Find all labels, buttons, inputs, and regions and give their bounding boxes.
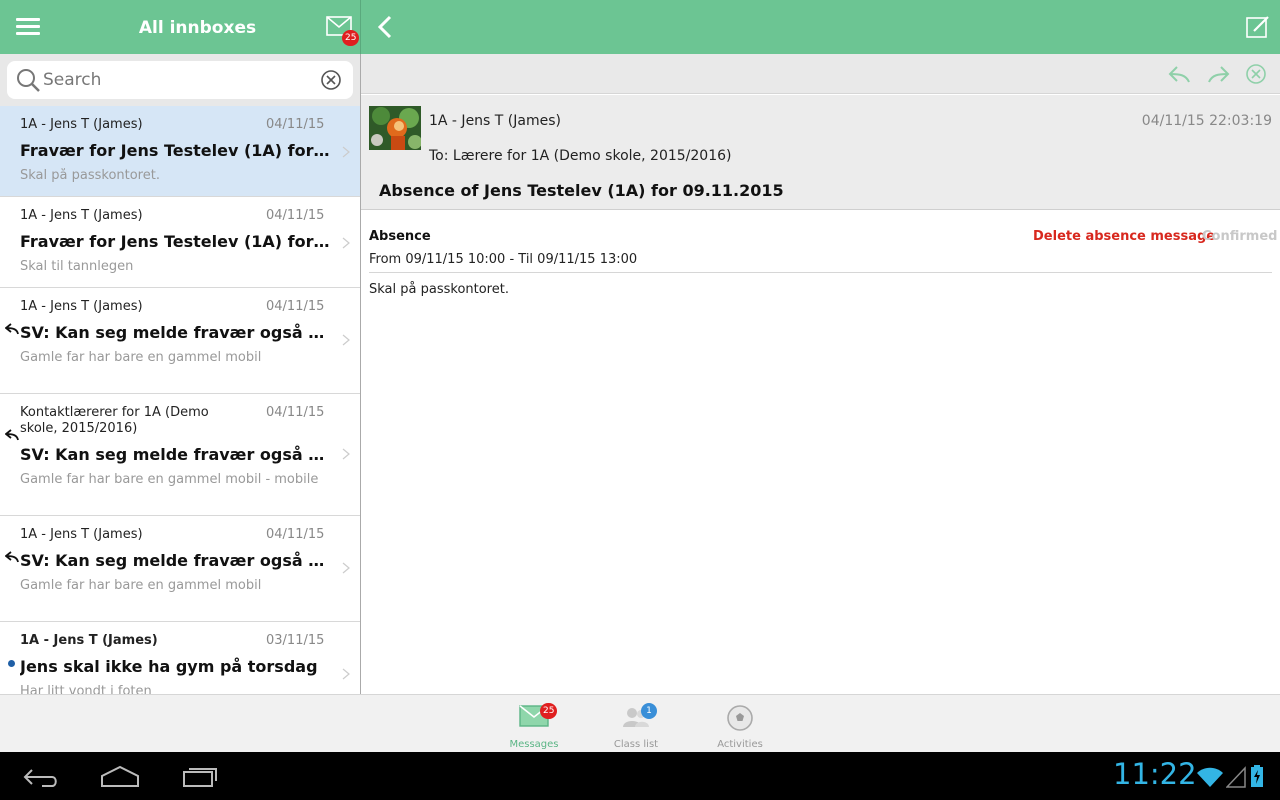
item-preview: Skal til tannlegen bbox=[20, 259, 134, 274]
item-subject: SV: Kan seg melde fravær også via SMS bbox=[20, 445, 330, 464]
item-subject: Jens skal ikke ha gym på torsdag bbox=[20, 657, 318, 676]
back-icon[interactable] bbox=[375, 14, 397, 40]
item-date: 04/11/15 bbox=[266, 405, 325, 420]
message-sender: 1A - Jens T (James) bbox=[429, 113, 561, 129]
message-header: 1A - Jens T (James) 04/11/15 22:03:19 To… bbox=[361, 95, 1280, 210]
clear-search-icon[interactable] bbox=[320, 69, 342, 91]
reply-icon[interactable] bbox=[1167, 63, 1191, 85]
system-nav-bar: 11:22 bbox=[0, 752, 1280, 800]
item-sender: 1A - Jens T (James) bbox=[20, 299, 143, 314]
search-input[interactable] bbox=[43, 66, 313, 94]
item-subject: SV: Kan seg melde fravær også via SMS bbox=[20, 323, 330, 342]
item-sender: 1A - Jens T (James) bbox=[20, 208, 143, 223]
item-date: 03/11/15 bbox=[266, 633, 325, 648]
item-preview: Gamle far har bare en gammel mobil - mob… bbox=[20, 472, 319, 487]
wifi-icon bbox=[1197, 767, 1223, 787]
list-item[interactable]: 1A - Jens T (James) 04/11/15 Fravær for … bbox=[0, 197, 360, 288]
item-date: 04/11/15 bbox=[266, 117, 325, 132]
item-preview: Gamle far har bare en gammel mobil bbox=[20, 350, 262, 365]
tab-label: Class list bbox=[613, 739, 659, 750]
item-date: 04/11/15 bbox=[266, 208, 325, 223]
close-icon[interactable] bbox=[1244, 63, 1268, 85]
back-nav-icon[interactable] bbox=[22, 764, 60, 790]
tab-label: Messages bbox=[509, 739, 559, 750]
bottom-tab-bar: 25 Messages 1 Class list Activities bbox=[0, 694, 1280, 752]
reply-icon bbox=[5, 323, 19, 335]
mail-icon[interactable]: 25 bbox=[326, 16, 360, 46]
list-item[interactable]: 1A - Jens T (James) 03/11/15 Jens skal i… bbox=[0, 622, 360, 694]
item-sender: 1A - Jens T (James) bbox=[20, 527, 143, 542]
chevron-right-icon bbox=[342, 562, 350, 574]
status-clock: 11:22 bbox=[1113, 757, 1197, 791]
tab-activities[interactable]: Activities bbox=[705, 695, 775, 753]
delete-absence-button[interactable]: Delete absence message bbox=[1033, 229, 1215, 244]
signal-icon bbox=[1226, 766, 1246, 788]
search-bar bbox=[0, 54, 360, 106]
item-preview: Gamle far har bare en gammel mobil bbox=[20, 578, 262, 593]
chevron-right-icon bbox=[342, 237, 350, 249]
chevron-right-icon bbox=[342, 146, 350, 158]
class-list-badge: 1 bbox=[641, 703, 657, 719]
list-item[interactable]: 1A - Jens T (James) 04/11/15 Fravær for … bbox=[0, 106, 360, 197]
list-item[interactable]: Kontaktlærerer for 1A (Demo skole, 2015/… bbox=[0, 394, 360, 516]
absence-range: From 09/11/15 10:00 - Til 09/11/15 13:00 bbox=[369, 252, 638, 267]
item-subject: SV: Kan seg melde fravær også via SMS bbox=[20, 551, 330, 570]
tab-messages[interactable]: 25 Messages bbox=[499, 695, 569, 753]
message-list: 1A - Jens T (James) 04/11/15 Fravær for … bbox=[0, 106, 360, 694]
tab-class-list[interactable]: 1 Class list bbox=[601, 695, 671, 753]
item-sender: 1A - Jens T (James) bbox=[20, 633, 158, 648]
confirmed-status: Confirmed bbox=[1202, 229, 1278, 244]
chevron-right-icon bbox=[342, 334, 350, 346]
item-sender: 1A - Jens T (James) bbox=[20, 117, 143, 132]
item-date: 04/11/15 bbox=[266, 527, 325, 542]
search-box bbox=[7, 61, 353, 99]
app: All innboxes 25 1A - Jens T (James) 0 bbox=[0, 0, 1280, 800]
recent-apps-icon[interactable] bbox=[182, 764, 220, 788]
message-recipients: To: Lærere for 1A (Demo skole, 2015/2016… bbox=[429, 148, 732, 164]
absence-label: Absence bbox=[369, 229, 431, 244]
message-text: Skal på passkontoret. bbox=[369, 282, 509, 297]
unread-dot bbox=[8, 660, 15, 667]
list-item[interactable]: 1A - Jens T (James) 04/11/15 SV: Kan seg… bbox=[0, 516, 360, 622]
item-subject: Fravær for Jens Testelev (1A) for 09.11.… bbox=[20, 141, 330, 160]
item-sender: Kontaktlærerer for 1A (Demo skole, 2015/… bbox=[20, 405, 209, 436]
message-subject: Absence of Jens Testelev (1A) for 09.11.… bbox=[379, 181, 784, 200]
messages-badge: 25 bbox=[540, 703, 558, 719]
message-action-bar bbox=[361, 54, 1280, 94]
right-toolbar bbox=[361, 0, 1280, 54]
message-datetime: 04/11/15 22:03:19 bbox=[1141, 113, 1272, 129]
left-toolbar: All innboxes 25 bbox=[0, 0, 360, 54]
tab-label: Activities bbox=[717, 739, 763, 750]
item-preview: Skal på passkontoret. bbox=[20, 168, 160, 183]
forward-icon[interactable] bbox=[1207, 63, 1231, 85]
soccer-ball-icon bbox=[727, 705, 753, 731]
home-nav-icon[interactable] bbox=[100, 764, 140, 788]
chevron-right-icon bbox=[342, 668, 350, 680]
body-divider bbox=[369, 272, 1272, 273]
search-icon bbox=[17, 69, 40, 92]
message-list-pane: 1A - Jens T (James) 04/11/15 Fravær for … bbox=[0, 54, 360, 694]
reply-icon bbox=[5, 551, 19, 563]
item-preview: Har litt vondt i foten bbox=[20, 684, 152, 694]
battery-icon bbox=[1251, 765, 1263, 787]
item-subject: Fravær for Jens Testelev (1A) for 05.11.… bbox=[20, 232, 330, 251]
message-detail-pane: 1A - Jens T (James) 04/11/15 22:03:19 To… bbox=[361, 54, 1280, 694]
compose-icon[interactable] bbox=[1245, 14, 1271, 40]
reply-icon bbox=[5, 429, 19, 441]
avatar bbox=[369, 106, 421, 150]
chevron-right-icon bbox=[342, 448, 350, 460]
list-item[interactable]: 1A - Jens T (James) 04/11/15 SV: Kan seg… bbox=[0, 288, 360, 394]
item-date: 04/11/15 bbox=[266, 299, 325, 314]
